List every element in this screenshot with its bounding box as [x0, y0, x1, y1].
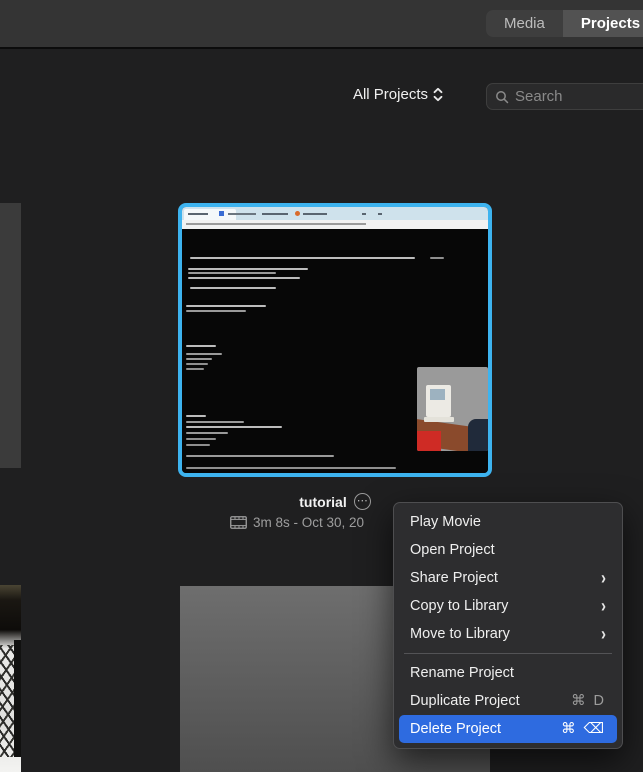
- search-icon: [495, 90, 509, 104]
- tab-media[interactable]: Media: [486, 10, 563, 37]
- film-strip-icon: [230, 516, 247, 529]
- all-projects-dropdown[interactable]: All Projects: [353, 86, 443, 103]
- favicon-orange: [295, 211, 300, 216]
- shortcut-duplicate: ⌘ D: [571, 693, 606, 709]
- menu-item-play-movie[interactable]: Play Movie: [399, 508, 617, 536]
- thumbnail-address-bar: [182, 220, 488, 229]
- menu-item-move-to-library[interactable]: Move to Library ›: [399, 620, 617, 648]
- shortcut-delete: ⌘ ⌫: [561, 721, 606, 737]
- person-silhouette: [468, 419, 488, 451]
- adjacent-project-thumbnail-left[interactable]: [0, 203, 21, 468]
- search-placeholder: Search: [515, 88, 563, 105]
- media-projects-segmented-control: Media Projects: [486, 10, 643, 37]
- project-duration-date: 3m 8s - Oct 30, 20: [253, 515, 364, 530]
- adjacent-project-thumbnail-bottom-left[interactable]: [0, 585, 21, 772]
- tab-projects[interactable]: Projects: [563, 10, 643, 37]
- selected-project-thumbnail[interactable]: [178, 203, 492, 477]
- project-meta: 3m 8s - Oct 30, 20: [230, 515, 364, 530]
- all-projects-label: All Projects: [353, 86, 428, 103]
- more-options-button[interactable]: ⋯: [354, 493, 371, 510]
- project-title: tutorial: [299, 494, 346, 510]
- submenu-chevron-icon: ›: [601, 595, 606, 616]
- thumbnail-browser-tabbar: [182, 207, 488, 220]
- menu-divider: [404, 653, 612, 654]
- window-frame-decoration: [14, 640, 21, 757]
- menu-item-rename-project[interactable]: Rename Project: [399, 659, 617, 687]
- favicon-blue: [219, 211, 224, 216]
- search-input[interactable]: Search: [486, 83, 643, 110]
- toolbar: Media Projects: [0, 0, 643, 49]
- project-context-menu: Play Movie Open Project Share Project › …: [393, 502, 623, 749]
- submenu-chevron-icon: ›: [601, 567, 606, 588]
- vintage-computer: [426, 385, 451, 417]
- menu-item-open-project[interactable]: Open Project: [399, 536, 617, 564]
- filter-bar: All Projects Search: [0, 82, 643, 112]
- thumbnail-webcam-overlay: [417, 367, 488, 451]
- red-panel-decoration: [417, 431, 441, 451]
- menu-item-duplicate-project[interactable]: Duplicate Project ⌘ D: [399, 687, 617, 715]
- menu-item-copy-to-library[interactable]: Copy to Library ›: [399, 592, 617, 620]
- menu-item-share-project[interactable]: Share Project ›: [399, 564, 617, 592]
- menu-item-delete-project[interactable]: Delete Project ⌘ ⌫: [399, 715, 617, 743]
- up-down-chevrons-icon: [433, 87, 443, 102]
- submenu-chevron-icon: ›: [601, 623, 606, 644]
- imovie-projects-window: Media Projects All Projects Search: [0, 0, 643, 772]
